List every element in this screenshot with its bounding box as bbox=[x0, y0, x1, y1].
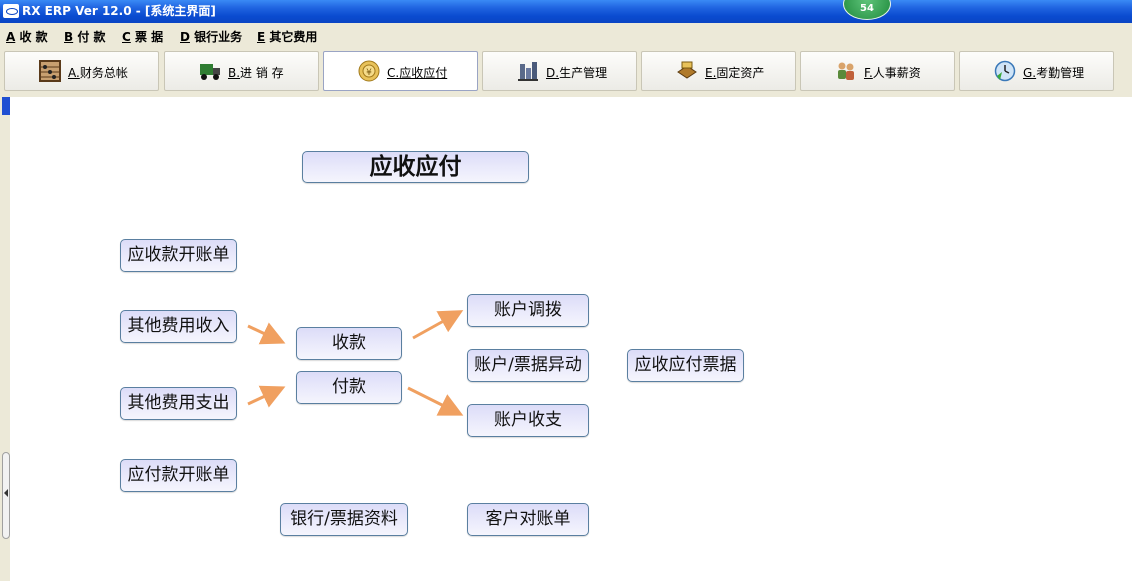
menu-bills[interactable]: C 票 据 bbox=[122, 28, 163, 45]
title-bar: RX ERP Ver 12.0 - [系统主界面] 54 bbox=[0, 0, 1132, 23]
treasure-icon bbox=[677, 61, 697, 79]
ar-ap-bills-button[interactable]: 应收应付票据 bbox=[627, 349, 744, 382]
other-income-button[interactable]: 其他费用收入 bbox=[120, 310, 237, 343]
arrow-income-to-receipt bbox=[247, 322, 286, 345]
factory-icon bbox=[518, 62, 538, 81]
left-panel-edge bbox=[0, 97, 10, 581]
people-icon bbox=[838, 62, 854, 80]
main-flow-canvas: 应收应付 应收款开账单 其他费用收入 其他费用支出 应付款开账单 收款 付款 账… bbox=[10, 97, 1132, 581]
tab-fixed-assets[interactable]: E.固定资产 bbox=[641, 51, 796, 91]
arrow-receipt-to-transfer bbox=[412, 310, 464, 340]
tab-hr-payroll[interactable]: F.人事薪资 bbox=[800, 51, 955, 91]
coin-icon: ¥ bbox=[358, 60, 380, 82]
menu-bar: A 收 款 B 付 款 C 票 据 D 银行业务 E 其它费用 bbox=[0, 23, 1132, 47]
account-bill-change-button[interactable]: 账户/票据异动 bbox=[467, 349, 589, 382]
bank-bill-data-button[interactable]: 银行/票据资料 bbox=[280, 503, 408, 536]
tab-production[interactable]: D.生产管理 bbox=[482, 51, 637, 91]
account-transfer-button[interactable]: 账户调拨 bbox=[467, 294, 589, 327]
menu-banking[interactable]: D 银行业务 bbox=[180, 28, 242, 45]
other-expense-button[interactable]: 其他费用支出 bbox=[120, 387, 237, 420]
module-tab-bar: A.财务总帐 B.进 销 存 ¥ C.应收应付 D.生产管理 E.固定资产 F.… bbox=[0, 47, 1132, 97]
customer-statement-button[interactable]: 客户对账单 bbox=[467, 503, 589, 536]
truck-icon bbox=[200, 64, 220, 80]
payable-invoice-button[interactable]: 应付款开账单 bbox=[120, 459, 237, 492]
tab-attendance[interactable]: G.考勤管理 bbox=[959, 51, 1114, 91]
tab-receivable-payable[interactable]: ¥ C.应收应付 bbox=[323, 51, 478, 91]
svg-text:¥: ¥ bbox=[366, 68, 372, 78]
receipt-button[interactable]: 收款 bbox=[296, 327, 402, 360]
menu-payment[interactable]: B 付 款 bbox=[64, 28, 106, 45]
abacus-icon bbox=[39, 60, 61, 82]
app-icon[interactable] bbox=[3, 4, 19, 18]
collapse-panel-handle[interactable] bbox=[2, 452, 10, 539]
page-title: 应收应付 bbox=[302, 151, 529, 183]
window-title: RX ERP Ver 12.0 - [系统主界面] bbox=[22, 4, 216, 18]
panel-indicator bbox=[2, 97, 10, 115]
tab-finance-ledger[interactable]: A.财务总帐 bbox=[4, 51, 159, 91]
receivable-invoice-button[interactable]: 应收款开账单 bbox=[120, 239, 237, 272]
payment-button[interactable]: 付款 bbox=[296, 371, 402, 404]
notification-badge[interactable]: 54 bbox=[843, 0, 891, 20]
clock-icon bbox=[994, 60, 1016, 82]
arrow-payment-to-income-expense bbox=[407, 386, 464, 416]
menu-other-expenses[interactable]: E 其它费用 bbox=[257, 28, 317, 45]
arrow-expense-to-payment bbox=[247, 385, 286, 408]
tab-purchase-sales-inventory[interactable]: B.进 销 存 bbox=[164, 51, 319, 91]
menu-receipt[interactable]: A 收 款 bbox=[6, 28, 48, 45]
account-income-expense-button[interactable]: 账户收支 bbox=[467, 404, 589, 437]
